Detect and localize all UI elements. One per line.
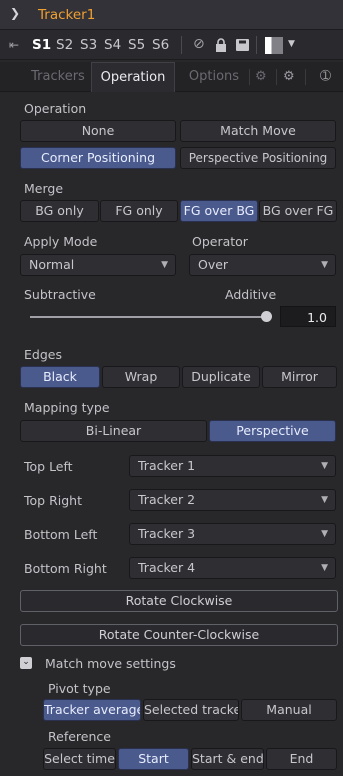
reference-start-button[interactable]: Start bbox=[118, 748, 189, 770]
operation-none-button[interactable]: None bbox=[20, 120, 176, 142]
slot-s2[interactable]: S2 bbox=[56, 37, 73, 53]
merge-fg-only-button[interactable]: FG only bbox=[100, 200, 178, 222]
bottom-right-label: Bottom Right bbox=[24, 561, 107, 576]
top-right-dropdown[interactable]: Tracker 2 ▼ bbox=[129, 489, 336, 511]
operator-dropdown[interactable]: Over ▼ bbox=[189, 254, 336, 276]
tab-divider bbox=[276, 69, 277, 85]
tab-options[interactable]: Options bbox=[181, 62, 247, 92]
match-move-settings-label: Match move settings bbox=[45, 656, 176, 671]
slot-s4[interactable]: S4 bbox=[104, 37, 121, 53]
match-move-settings-checkbox[interactable]: ⌄ bbox=[20, 657, 32, 669]
top-left-dropdown[interactable]: Tracker 1 ▼ bbox=[129, 455, 336, 477]
chevron-down-icon: ▼ bbox=[321, 461, 328, 471]
mapping-type-label: Mapping type bbox=[24, 400, 110, 415]
apply-mode-label: Apply Mode bbox=[24, 234, 98, 249]
pivot-type-label: Pivot type bbox=[48, 681, 111, 696]
slot-s6[interactable]: S6 bbox=[152, 37, 169, 53]
pivot-selected-tracker-button[interactable]: Selected tracker bbox=[143, 699, 239, 721]
chevron-down-icon: ▼ bbox=[321, 563, 328, 573]
bottom-left-label: Bottom Left bbox=[24, 527, 98, 542]
rotate-counter-clockwise-button[interactable]: Rotate Counter-Clockwise bbox=[20, 624, 338, 646]
lock-icon[interactable] bbox=[215, 38, 227, 52]
settings-gear-icon[interactable]: ⚙ bbox=[283, 69, 295, 84]
subtractive-additive-value-field[interactable]: 1.0 bbox=[280, 306, 336, 327]
slot-s5[interactable]: S5 bbox=[128, 37, 145, 53]
slot-s3[interactable]: S3 bbox=[80, 37, 97, 53]
operation-match-move-button[interactable]: Match Move bbox=[180, 120, 336, 142]
chevron-down-icon: ▼ bbox=[321, 529, 328, 539]
operation-perspective-positioning-button[interactable]: Perspective Positioning bbox=[180, 147, 336, 169]
merge-label: Merge bbox=[24, 181, 64, 196]
operator-value: Over bbox=[198, 257, 229, 272]
toolbar-divider bbox=[181, 36, 182, 54]
mapping-bilinear-button[interactable]: Bi-Linear bbox=[20, 420, 207, 442]
reference-label: Reference bbox=[48, 729, 111, 744]
edges-label: Edges bbox=[24, 347, 62, 362]
bottom-left-dropdown[interactable]: Tracker 3 ▼ bbox=[129, 523, 336, 545]
chevron-down-icon: ▼ bbox=[161, 260, 168, 270]
rotate-clockwise-button[interactable]: Rotate Clockwise bbox=[20, 590, 338, 612]
chevron-down-icon: ▼ bbox=[321, 495, 328, 505]
color-swatch-icon[interactable] bbox=[265, 37, 283, 54]
disable-icon[interactable]: ⊘ bbox=[193, 36, 205, 52]
operation-corner-positioning-button[interactable]: Corner Positioning bbox=[20, 147, 176, 169]
pin-icon[interactable]: ⇤ bbox=[9, 38, 19, 52]
subtractive-label: Subtractive bbox=[24, 287, 96, 302]
operator-label: Operator bbox=[192, 234, 248, 249]
top-left-label: Top Left bbox=[24, 459, 73, 474]
edges-duplicate-button[interactable]: Duplicate bbox=[182, 366, 260, 388]
merge-bg-over-fg-button[interactable]: BG over FG bbox=[259, 200, 337, 222]
top-left-value: Tracker 1 bbox=[138, 458, 196, 473]
info-icon[interactable]: ➀ bbox=[320, 69, 331, 84]
tab-divider bbox=[305, 69, 306, 85]
collapse-chevron-icon[interactable]: ❯ bbox=[10, 6, 20, 20]
tab-divider bbox=[249, 69, 250, 85]
tab-operation[interactable]: Operation bbox=[91, 62, 175, 92]
bottom-right-dropdown[interactable]: Tracker 4 ▼ bbox=[129, 557, 336, 579]
chevron-down-icon: ▼ bbox=[321, 260, 328, 270]
bottom-left-value: Tracker 3 bbox=[138, 526, 196, 541]
merge-fg-over-bg-button[interactable]: FG over BG bbox=[180, 200, 258, 222]
slot-s1[interactable]: S1 bbox=[32, 37, 51, 53]
top-right-value: Tracker 2 bbox=[138, 492, 196, 507]
reference-start-end-button[interactable]: Start & end bbox=[191, 748, 264, 770]
edges-black-button[interactable]: Black bbox=[20, 366, 100, 388]
save-icon[interactable] bbox=[236, 39, 249, 51]
swatch-dropdown-icon[interactable]: ▼ bbox=[288, 39, 295, 49]
subtractive-additive-slider-thumb[interactable] bbox=[261, 311, 272, 322]
apply-mode-dropdown[interactable]: Normal ▼ bbox=[20, 254, 176, 276]
edges-wrap-button[interactable]: Wrap bbox=[102, 366, 180, 388]
toolbar-divider bbox=[256, 36, 257, 54]
subtractive-additive-slider-track[interactable] bbox=[30, 316, 268, 318]
merge-bg-only-button[interactable]: BG only bbox=[20, 200, 99, 222]
additive-label: Additive bbox=[225, 287, 277, 302]
reference-end-button[interactable]: End bbox=[266, 748, 337, 770]
bottom-right-value: Tracker 4 bbox=[138, 560, 196, 575]
pivot-tracker-average-button[interactable]: Tracker average bbox=[43, 699, 141, 721]
apply-mode-value: Normal bbox=[29, 257, 75, 272]
top-right-label: Top Right bbox=[24, 493, 82, 508]
settings-cog-icon[interactable]: ⚙ bbox=[255, 69, 267, 84]
tab-trackers[interactable]: Trackers bbox=[22, 62, 94, 92]
reference-select-time-button[interactable]: Select time bbox=[43, 748, 116, 770]
pivot-manual-button[interactable]: Manual bbox=[241, 699, 337, 721]
node-title: Tracker1 bbox=[38, 7, 96, 23]
operation-label: Operation bbox=[24, 101, 87, 116]
mapping-perspective-button[interactable]: Perspective bbox=[209, 420, 336, 442]
edges-mirror-button[interactable]: Mirror bbox=[262, 366, 337, 388]
